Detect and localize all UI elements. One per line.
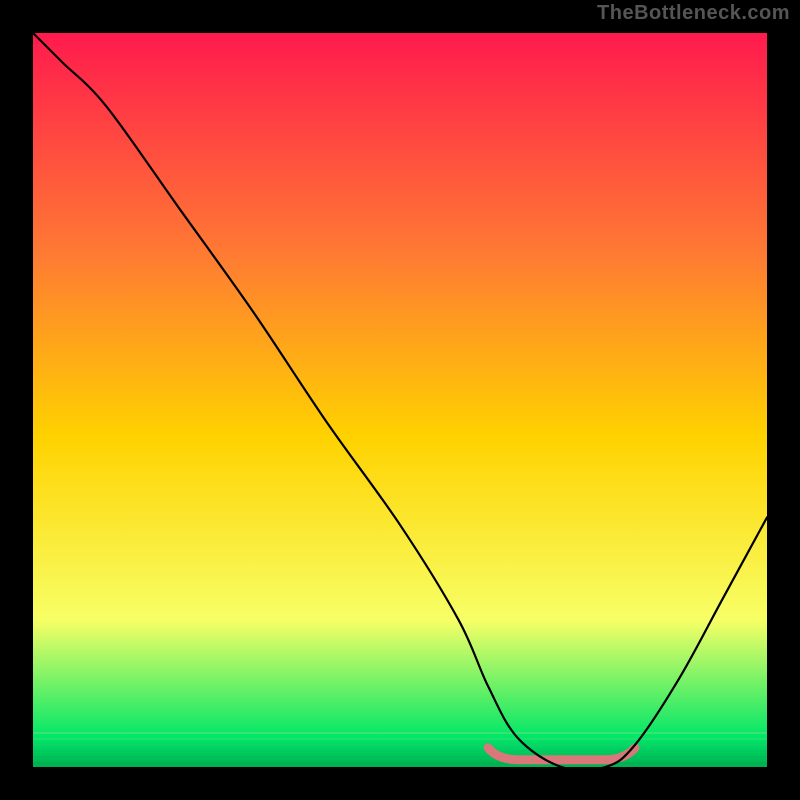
plot-area <box>33 33 767 767</box>
chart-svg <box>33 33 767 767</box>
watermark-text: TheBottleneck.com <box>597 2 790 25</box>
chart-frame: TheBottleneck.com <box>0 0 800 800</box>
gradient-background <box>33 33 767 767</box>
